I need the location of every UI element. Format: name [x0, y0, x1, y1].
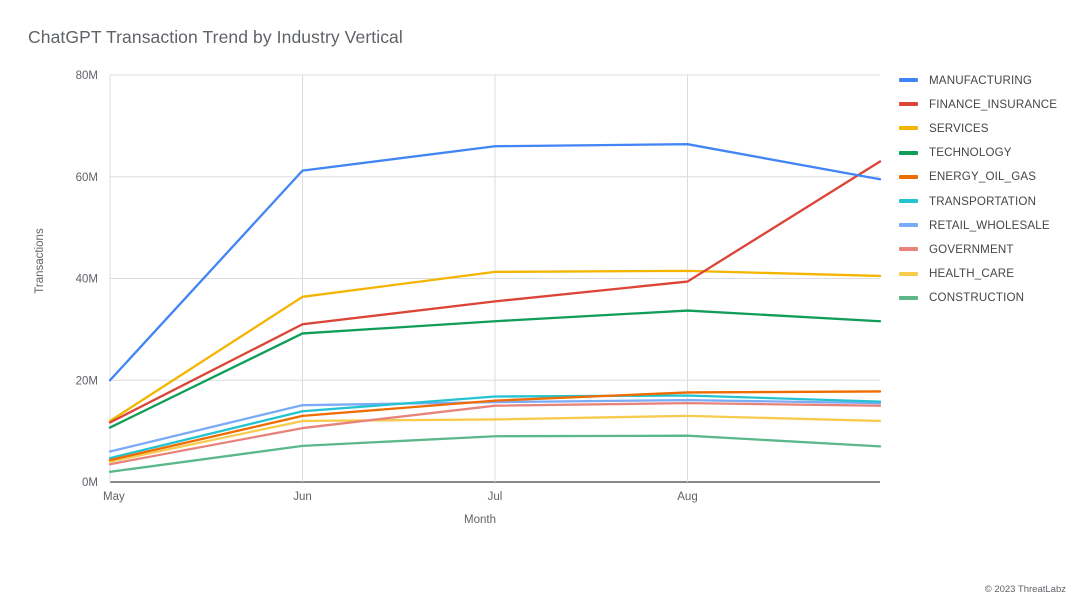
- legend-item-label: FINANCE_INSURANCE: [929, 97, 1058, 111]
- legend-item-label: GOVERNMENT: [929, 242, 1014, 256]
- y-axis-title: Transactions: [34, 228, 46, 294]
- x-tick-label: Jul: [488, 491, 503, 503]
- legend-swatch-icon: [899, 102, 918, 107]
- legend-item-label: TECHNOLOGY: [929, 146, 1012, 160]
- legend-item-label: SERVICES: [929, 121, 989, 135]
- legend-item[interactable]: RETAIL_WHOLESALE: [899, 213, 1074, 237]
- legend-item-label: RETAIL_WHOLESALE: [929, 218, 1050, 232]
- gridlines: [109, 74, 880, 483]
- legend-item[interactable]: HEALTH_CARE: [899, 262, 1074, 286]
- legend-item-label: HEALTH_CARE: [929, 267, 1015, 281]
- legend-item[interactable]: TECHNOLOGY: [899, 141, 1074, 165]
- legend-item[interactable]: MANUFACTURING: [899, 68, 1074, 92]
- legend-item[interactable]: FINANCE_INSURANCE: [899, 92, 1074, 116]
- legend-item[interactable]: SERVICES: [899, 116, 1074, 140]
- legend-swatch-icon: [899, 78, 918, 83]
- legend-swatch-icon: [899, 271, 918, 276]
- legend-item-label: MANUFACTURING: [929, 73, 1033, 87]
- y-tick-label: 0M: [82, 477, 98, 489]
- legend-swatch-icon: [899, 223, 918, 228]
- footer-credit: © 2023 ThreatLabz: [984, 584, 1066, 595]
- x-tick-label: Aug: [677, 491, 697, 503]
- y-tick-label: 80M: [76, 70, 98, 82]
- legend-swatch-icon: [899, 150, 918, 155]
- legend-item-label: TRANSPORTATION: [929, 194, 1037, 208]
- legend-swatch-icon: [899, 295, 918, 300]
- y-tick-label: 20M: [76, 375, 98, 387]
- legend-swatch-icon: [899, 174, 918, 179]
- x-tick-label: Jun: [293, 491, 312, 503]
- legend-swatch-icon: [899, 126, 918, 131]
- y-tick-label: 60M: [76, 172, 98, 184]
- legend-item-label: ENERGY_OIL_GAS: [929, 170, 1037, 184]
- legend-swatch-icon: [899, 247, 918, 252]
- legend-swatch-icon: [899, 199, 918, 204]
- chart-card: ChatGPT Transaction Trend by Industry Ve…: [0, 0, 1080, 604]
- chart-legend: MANUFACTURING FINANCE_INSURANCE SERVICES TE…: [899, 68, 1074, 310]
- legend-item[interactable]: ENERGY_OIL_GAS: [899, 165, 1074, 189]
- legend-item[interactable]: TRANSPORTATION: [899, 189, 1074, 213]
- legend-item-label: CONSTRUCTION: [929, 291, 1025, 305]
- legend-item[interactable]: GOVERNMENT: [899, 237, 1074, 261]
- y-tick-label: 40M: [76, 274, 98, 286]
- legend-item[interactable]: CONSTRUCTION: [899, 286, 1074, 310]
- x-tick-label: May: [103, 491, 125, 503]
- x-axis-title: Month: [464, 514, 496, 526]
- y-tick-labels: 0M 20M 40M 60M 80M: [76, 70, 98, 489]
- x-tick-labels: May Jun Jul Aug: [103, 491, 698, 503]
